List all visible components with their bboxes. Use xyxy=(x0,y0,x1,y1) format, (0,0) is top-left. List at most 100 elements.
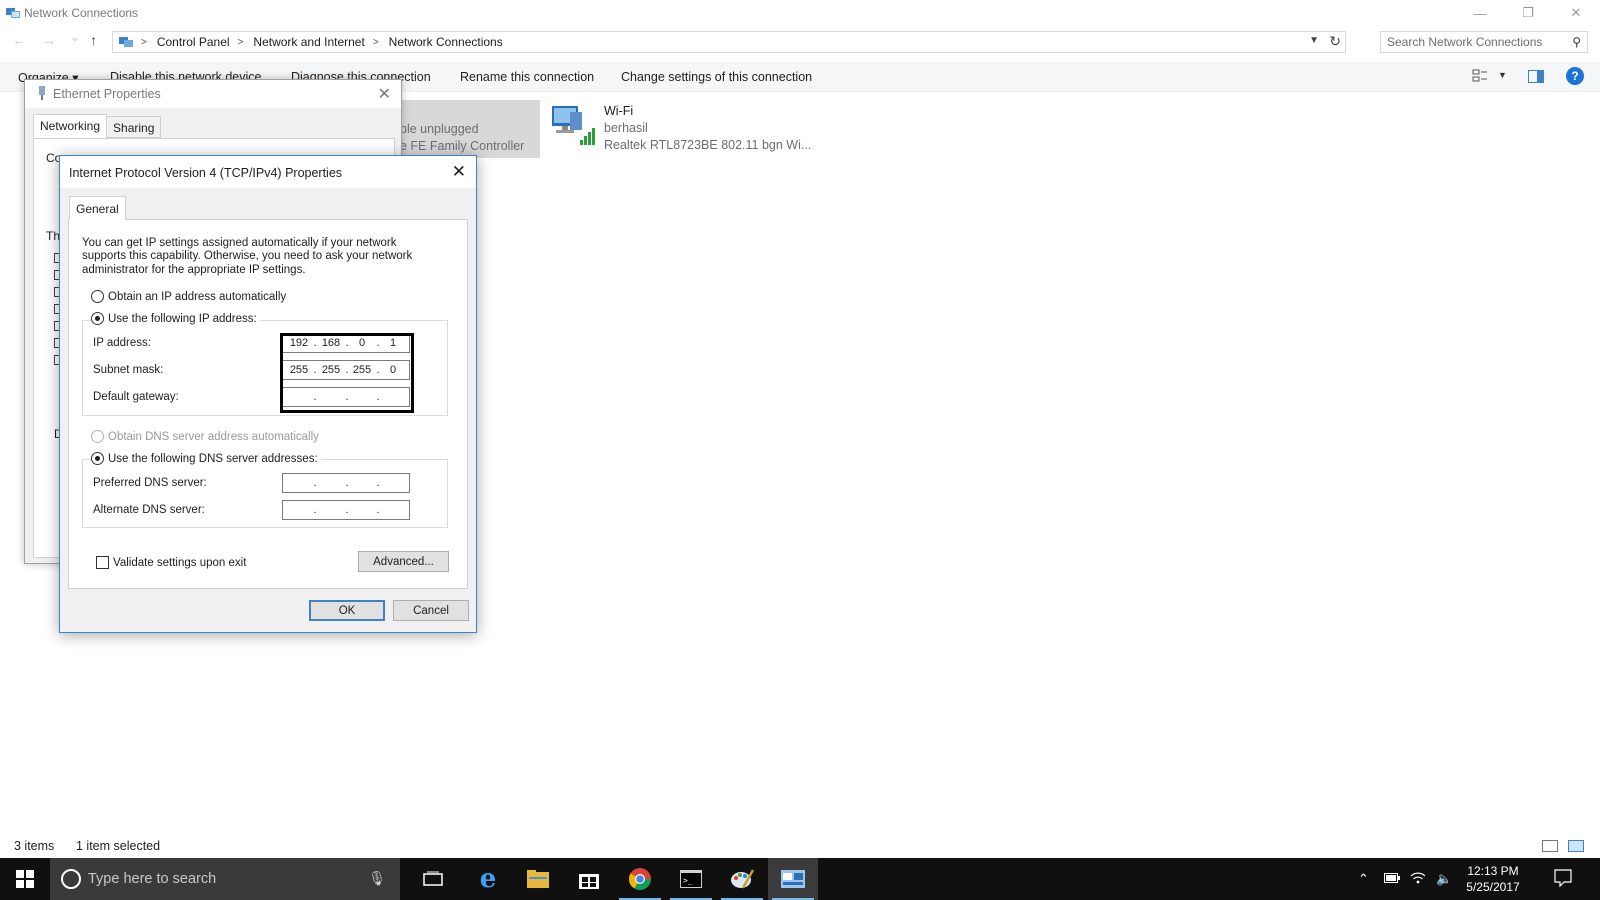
advanced-button[interactable]: Advanced... xyxy=(358,551,449,572)
change-settings-command[interactable]: Change settings of this connection xyxy=(621,70,812,84)
breadcrumb-network-connections[interactable]: Network Connections xyxy=(389,35,503,49)
use-static-dns-radio[interactable]: Use the following DNS server addresses: xyxy=(91,452,321,465)
tab-networking[interactable]: Networking xyxy=(33,114,108,138)
search-input[interactable]: Search Network Connections ⚲ xyxy=(1380,31,1588,53)
store-icon[interactable] xyxy=(564,858,614,900)
battery-icon[interactable] xyxy=(1384,871,1400,886)
cancel-button[interactable]: Cancel xyxy=(393,600,469,621)
task-view-icon[interactable] xyxy=(408,858,458,900)
this-connection-label-fragment: Th xyxy=(46,229,61,243)
chevron-right-icon[interactable]: > xyxy=(373,37,379,48)
chevron-down-icon[interactable]: ▼ xyxy=(1309,35,1319,46)
radio-icon[interactable] xyxy=(91,290,104,303)
octet-dot: . xyxy=(376,504,380,516)
ok-button[interactable]: OK xyxy=(309,600,385,621)
clock-date: 5/25/2017 xyxy=(1466,880,1520,894)
use-static-dns-label: Use the following DNS server addresses: xyxy=(108,452,318,465)
address-row: ← → ⌄ ↑ > Control Panel > Network and In… xyxy=(0,30,1600,54)
octet-dot: . xyxy=(313,504,317,516)
octet-dot: . xyxy=(345,477,349,489)
edge-browser-icon[interactable]: e xyxy=(463,858,513,900)
chevron-down-icon[interactable]: ▼ xyxy=(1498,70,1507,80)
volume-icon[interactable]: 🔈 xyxy=(1436,871,1452,887)
details-view-icon[interactable] xyxy=(1542,840,1558,852)
up-arrow-icon[interactable]: ↑ xyxy=(90,32,97,48)
intro-text: You can get IP settings assigned automat… xyxy=(82,237,413,276)
use-static-ip-radio[interactable]: Use the following IP address: xyxy=(91,312,260,325)
chrome-icon[interactable] xyxy=(615,858,665,900)
window-title: Network Connections xyxy=(24,6,139,20)
ethernet-device: e FE Family Controller xyxy=(400,139,525,153)
ethernet-adapter-icon xyxy=(37,86,47,103)
paint-icon[interactable] xyxy=(717,858,767,900)
radio-icon[interactable] xyxy=(91,430,104,443)
minimize-button[interactable]: — xyxy=(1456,0,1504,26)
validate-settings-checkbox[interactable]: Validate settings upon exit xyxy=(96,556,246,569)
window-titlebar: Network Connections — ❐ ✕ xyxy=(0,0,1600,26)
ipv4-dialog-titlebar: Internet Protocol Version 4 (TCP/IPv4) P… xyxy=(60,156,476,188)
action-center-icon[interactable] xyxy=(1554,869,1572,890)
wifi-name: Wi-Fi xyxy=(604,104,634,118)
breadcrumb-control-panel[interactable]: Control Panel xyxy=(157,35,230,49)
default-gateway-label: Default gateway: xyxy=(93,391,179,403)
wifi-signal-icon[interactable] xyxy=(1410,871,1426,887)
rename-command[interactable]: Rename this connection xyxy=(460,70,594,84)
annotation-highlight-box xyxy=(280,333,414,413)
radio-checked-icon[interactable] xyxy=(91,312,104,325)
close-icon[interactable]: ✕ xyxy=(452,162,466,182)
ip-address-label: IP address: xyxy=(93,337,151,349)
restore-button[interactable]: ❐ xyxy=(1504,0,1552,26)
octet-dot: . xyxy=(345,504,349,516)
forward-arrow-icon[interactable]: → xyxy=(42,32,56,48)
microphone-icon[interactable]: 🎙 xyxy=(368,870,386,887)
preview-pane-icon[interactable] xyxy=(1528,70,1544,86)
system-tray: ⌃ 🔈 12:13 PM 5/25/2017 xyxy=(1340,858,1600,900)
wifi-device: Realtek RTL8723BE 802.11 bgn Wi... xyxy=(604,138,812,152)
address-bar[interactable]: > Control Panel > Network and Internet >… xyxy=(112,31,1346,53)
tiles-view-icon[interactable] xyxy=(1568,840,1584,852)
ipv4-properties-dialog: Internet Protocol Version 4 (TCP/IPv4) P… xyxy=(59,155,477,633)
clock[interactable]: 12:13 PM 5/25/2017 xyxy=(1458,863,1528,895)
start-button[interactable] xyxy=(0,858,50,900)
ethernet-connection-tile[interactable]: ble unplugged e FE Family Controller xyxy=(400,100,540,158)
breadcrumb-network-and-internet[interactable]: Network and Internet xyxy=(253,35,364,49)
alternate-dns-input[interactable]: . . . xyxy=(282,500,410,520)
close-icon[interactable]: ✕ xyxy=(378,84,391,104)
back-arrow-icon[interactable]: ← xyxy=(12,32,26,48)
windows-logo-icon xyxy=(16,870,34,888)
checkbox-icon[interactable] xyxy=(96,556,109,569)
show-hidden-icons-chevron-icon[interactable]: ⌃ xyxy=(1358,871,1369,887)
svg-text:>_: >_ xyxy=(683,876,693,885)
preferred-dns-label: Preferred DNS server: xyxy=(93,477,207,489)
tab-sharing[interactable]: Sharing xyxy=(106,116,162,138)
obtain-dns-auto-label: Obtain DNS server address automatically xyxy=(108,430,319,443)
cortana-icon xyxy=(61,869,81,889)
network-connections-icon xyxy=(6,7,20,19)
file-explorer-icon[interactable] xyxy=(513,858,563,900)
octet-dot: . xyxy=(376,477,380,489)
general-panel: You can get IP settings assigned automat… xyxy=(68,219,468,589)
command-prompt-icon[interactable]: >_ xyxy=(666,858,716,900)
radio-checked-icon[interactable] xyxy=(91,452,104,465)
network-connections-taskbar-icon[interactable] xyxy=(768,858,818,900)
obtain-ip-auto-radio[interactable]: Obtain an IP address automatically xyxy=(91,290,286,303)
search-icon[interactable]: ⚲ xyxy=(1572,35,1581,49)
taskbar: Type here to search 🎙 e >_ ⌃ 🔈 12:13 PM … xyxy=(0,858,1600,900)
help-icon[interactable]: ? xyxy=(1566,67,1584,85)
taskbar-search-input[interactable]: Type here to search 🎙 xyxy=(50,858,400,900)
view-options-icon[interactable] xyxy=(1472,69,1488,86)
chevron-right-icon[interactable]: > xyxy=(238,37,244,48)
refresh-icon[interactable]: ↻ xyxy=(1329,33,1341,50)
wifi-connection-tile[interactable]: Wi-Fi berhasil Realtek RTL8723BE 802.11 … xyxy=(548,100,818,158)
taskbar-search-placeholder: Type here to search xyxy=(88,871,217,887)
preferred-dns-input[interactable]: . . . xyxy=(282,473,410,493)
close-button[interactable]: ✕ xyxy=(1552,0,1600,26)
chevron-right-icon[interactable]: > xyxy=(141,37,147,48)
obtain-dns-auto-radio[interactable]: Obtain DNS server address automatically xyxy=(91,430,319,443)
help-icon-glyph[interactable]: ? xyxy=(1566,67,1584,85)
use-static-ip-label: Use the following IP address: xyxy=(108,312,257,325)
selected-count: 1 item selected xyxy=(76,839,161,853)
ethernet-dialog-titlebar: Ethernet Properties ✕ xyxy=(25,80,401,108)
recent-locations-icon[interactable]: ⌄ xyxy=(70,30,80,44)
tab-general[interactable]: General xyxy=(69,196,126,220)
